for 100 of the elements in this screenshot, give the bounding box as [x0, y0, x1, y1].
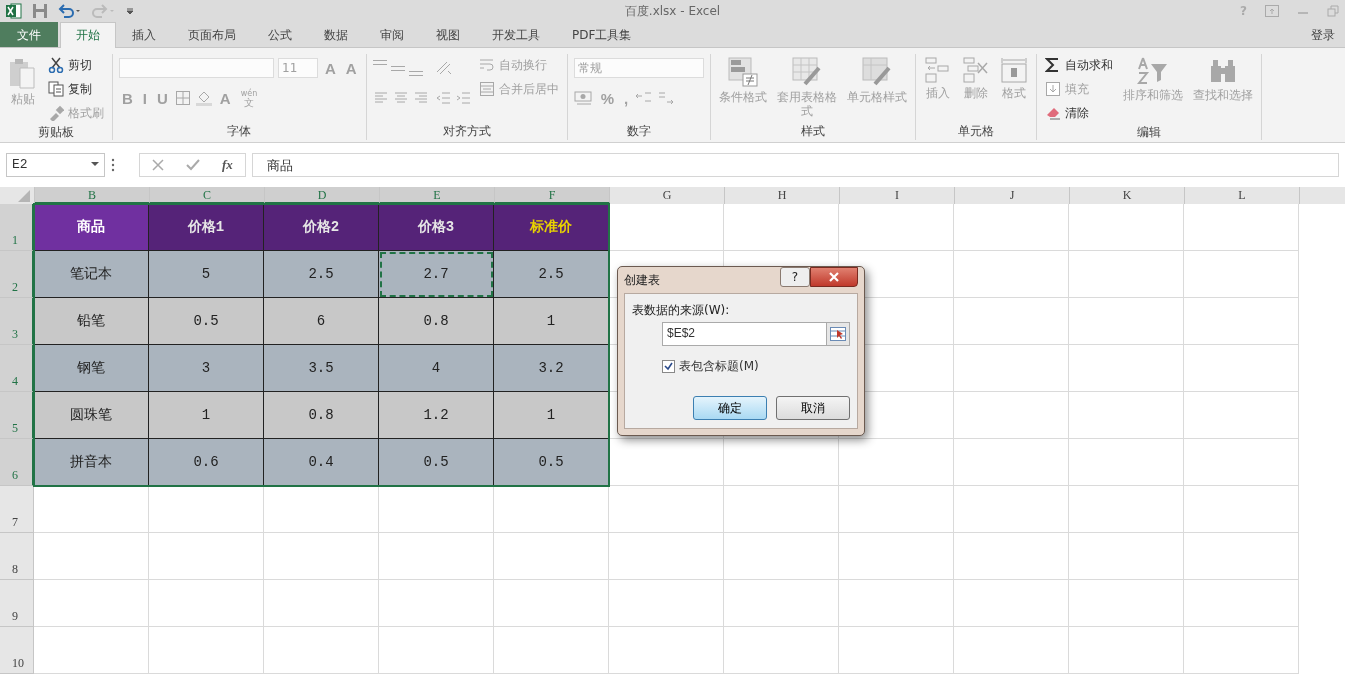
ribbon-tab[interactable]: 视图 — [420, 22, 476, 47]
row-header[interactable]: 2 — [0, 251, 34, 298]
ribbon-tab[interactable]: 开发工具 — [476, 22, 556, 47]
ribbon-tab[interactable]: 文件 — [0, 22, 58, 47]
wrap-icon — [478, 57, 495, 73]
table-cell: 1.2 — [379, 392, 494, 439]
cell-style-icon — [860, 56, 893, 88]
sum-icon — [1044, 57, 1061, 73]
row-header[interactable]: 3 — [0, 298, 34, 345]
dialog-button[interactable]: 取消 — [776, 396, 850, 420]
name-box[interactable]: E2 — [6, 153, 105, 177]
table-format-icon — [790, 56, 823, 88]
redo-icon[interactable] — [92, 3, 116, 19]
close-icon — [828, 272, 840, 282]
ribbon-tab[interactable]: 插入 — [116, 22, 172, 47]
group-label: 样式 — [800, 124, 825, 138]
table-cell: 1 — [149, 392, 264, 439]
table-cell: 圆珠笔 — [34, 392, 149, 439]
align-center-icon — [392, 90, 409, 106]
table-cell: 5 — [149, 251, 264, 298]
align-top-icon — [372, 60, 387, 65]
row-header[interactable]: 4 — [0, 345, 34, 392]
group-label: 字体 — [227, 124, 252, 138]
column-header[interactable]: J — [955, 187, 1070, 204]
table-cell: 2.7 — [379, 251, 494, 298]
ribbon-button[interactable]: 剪切 — [46, 54, 106, 76]
formula-field[interactable]: 商品 — [251, 153, 1339, 177]
group-label: 剪贴板 — [38, 125, 74, 139]
source-label: 表数据的来源(W): — [632, 302, 731, 319]
range-picker-icon[interactable] — [830, 327, 846, 341]
column-header[interactable]: K — [1070, 187, 1185, 204]
table-cell: 3.5 — [264, 345, 379, 392]
insert-icon — [923, 56, 952, 84]
merge-icon — [478, 81, 495, 97]
ribbon-tab[interactable]: PDF工具集 — [556, 22, 648, 47]
table-cell: 价格3 — [379, 204, 494, 251]
checkbox[interactable] — [662, 360, 675, 373]
dialog-button[interactable]: 确定 — [693, 396, 767, 420]
row-header[interactable]: 6 — [0, 439, 34, 486]
window-title: 百度.xlsx - Excel — [624, 3, 721, 18]
currency-icon — [573, 90, 594, 106]
column-header[interactable]: H — [725, 187, 840, 204]
customize-icon[interactable] — [126, 6, 134, 16]
column-header[interactable]: L — [1185, 187, 1300, 204]
orient-icon — [434, 60, 453, 76]
ribbon-tab[interactable]: 开始 — [60, 22, 116, 48]
ribbon-tab[interactable]: 公式 — [252, 22, 308, 47]
table-cell: 0.6 — [149, 439, 264, 486]
copy-icon — [48, 81, 64, 97]
conditional-icon — [726, 56, 759, 88]
table-cell: 拼音本 — [34, 439, 149, 486]
row-header[interactable]: 10 — [0, 627, 34, 674]
group-label: 数字 — [626, 124, 651, 138]
ribbon-button[interactable]: 自动求和 — [1042, 54, 1115, 76]
sort-icon — [1136, 56, 1169, 86]
dialog-title: 创建表 — [624, 271, 660, 289]
table-cell: 0.5 — [379, 439, 494, 486]
table-cell: 4 — [379, 345, 494, 392]
ribbon-button[interactable]: 清除 — [1042, 102, 1115, 124]
align-left-icon — [372, 90, 389, 106]
table-cell: 钢笔 — [34, 345, 149, 392]
row-header[interactable]: 1 — [0, 204, 34, 251]
column-header[interactable]: I — [840, 187, 955, 204]
align-bottom-icon — [408, 71, 423, 76]
group-label: 对齐方式 — [442, 124, 491, 138]
help-button[interactable]: ? — [780, 267, 810, 287]
ribbon-tab[interactable]: 页面布局 — [172, 22, 252, 47]
sign-in-link[interactable]: 登录 — [1301, 23, 1345, 47]
borders-icon — [174, 90, 191, 106]
delete-icon — [961, 56, 990, 84]
align-right-icon — [412, 90, 429, 106]
table-cell: 0.5 — [494, 439, 609, 486]
cancel-icon[interactable] — [152, 159, 164, 171]
table-cell: 笔记本 — [34, 251, 149, 298]
ribbon-display-icon[interactable] — [1265, 5, 1279, 17]
checkbox-label: 表包含标题(M) — [679, 358, 759, 375]
row-header[interactable]: 7 — [0, 486, 34, 533]
row-header[interactable]: 5 — [0, 392, 34, 439]
undo-icon[interactable] — [58, 3, 82, 19]
indent-more-icon — [454, 90, 471, 106]
ribbon-button[interactable]: 复制 — [46, 78, 106, 100]
close-button[interactable] — [810, 267, 858, 287]
ribbon-tab[interactable]: 数据 — [308, 22, 364, 47]
table-cell: 0.8 — [379, 298, 494, 345]
check-icon[interactable] — [186, 159, 200, 171]
group-label: 单元格 — [957, 124, 994, 138]
table-cell: 2.5 — [494, 251, 609, 298]
ribbon-tab[interactable]: 审阅 — [364, 22, 420, 47]
insert-function-button[interactable]: fx — [222, 157, 233, 173]
row-header[interactable]: 8 — [0, 533, 34, 580]
restore-icon[interactable] — [1327, 5, 1339, 17]
table-cell: 2.5 — [264, 251, 379, 298]
row-header[interactable]: 9 — [0, 580, 34, 627]
table-cell: 1 — [494, 392, 609, 439]
excel-logo-icon — [6, 3, 22, 19]
source-field[interactable]: $E$2 — [662, 322, 850, 346]
decimal-less-icon — [657, 90, 676, 106]
column-header[interactable]: G — [610, 187, 725, 204]
table-cell: 6 — [264, 298, 379, 345]
format-icon — [999, 56, 1028, 84]
